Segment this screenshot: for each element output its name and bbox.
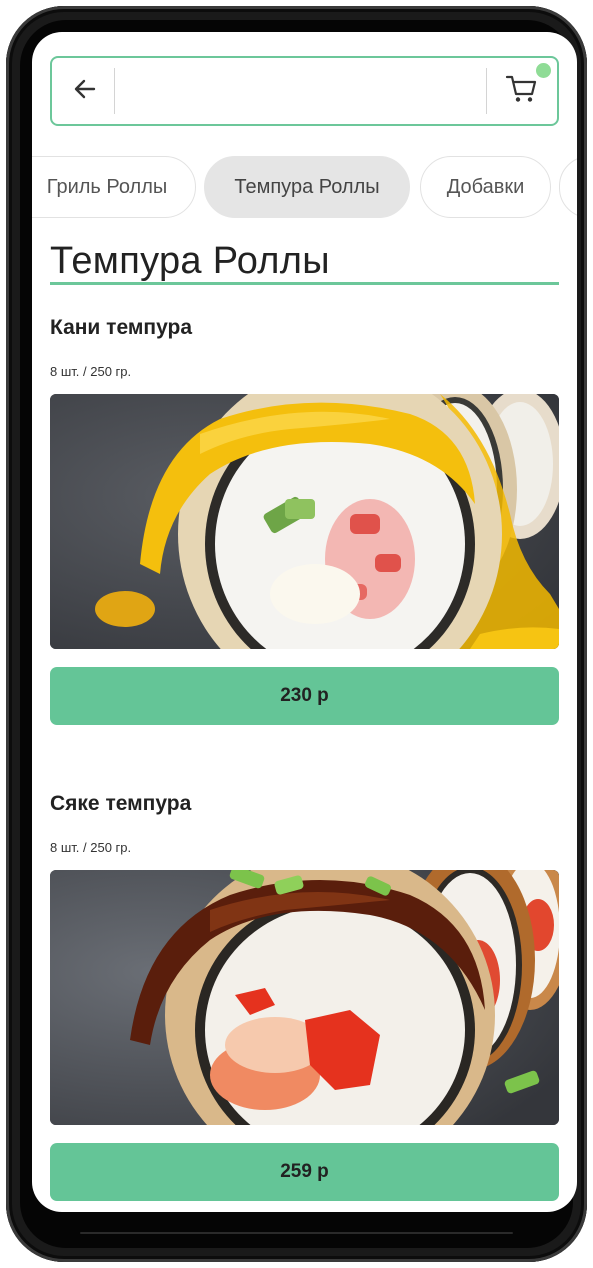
tab-next[interactable] xyxy=(559,156,577,218)
search-divider-left xyxy=(114,68,115,114)
category-tabs: Гриль Роллы Темпура Роллы Добавки xyxy=(32,156,577,220)
search-input[interactable] xyxy=(118,66,484,118)
add-to-cart-button[interactable]: 230 р xyxy=(50,667,559,725)
price-label: 259 р xyxy=(280,1161,329,1182)
section-underline xyxy=(50,282,559,285)
tab-label: Темпура Роллы xyxy=(234,175,380,198)
add-to-cart-button[interactable]: 259 р xyxy=(50,1143,559,1201)
search-divider-right xyxy=(486,68,487,114)
app-screen: Гриль Роллы Темпура Роллы Добавки Темпур… xyxy=(32,32,577,1212)
section-title: Темпура Роллы xyxy=(50,240,330,282)
arrow-left-icon xyxy=(72,76,98,107)
product-image[interactable] xyxy=(50,870,559,1125)
tab-label: Гриль Роллы xyxy=(46,175,168,198)
product-portion: 8 шт. / 250 гр. xyxy=(50,840,132,855)
tab-additions[interactable]: Добавки xyxy=(420,156,551,218)
product-portion: 8 шт. / 250 гр. xyxy=(50,364,132,379)
search-bar xyxy=(50,56,559,126)
tab-tempura-rolls[interactable]: Темпура Роллы xyxy=(204,156,410,218)
tab-label: Добавки xyxy=(446,175,525,198)
price-label: 230 р xyxy=(280,685,329,706)
shopping-cart-icon xyxy=(505,74,539,109)
product-image[interactable] xyxy=(50,394,559,649)
back-button[interactable] xyxy=(58,64,112,118)
cart-badge-dot xyxy=(536,63,551,78)
product-name: Кани темпура xyxy=(50,316,192,339)
phone-bottom-edge xyxy=(80,1232,513,1234)
tab-grill-rolls[interactable]: Гриль Роллы xyxy=(32,156,196,218)
product-name: Сяке темпура xyxy=(50,792,192,815)
